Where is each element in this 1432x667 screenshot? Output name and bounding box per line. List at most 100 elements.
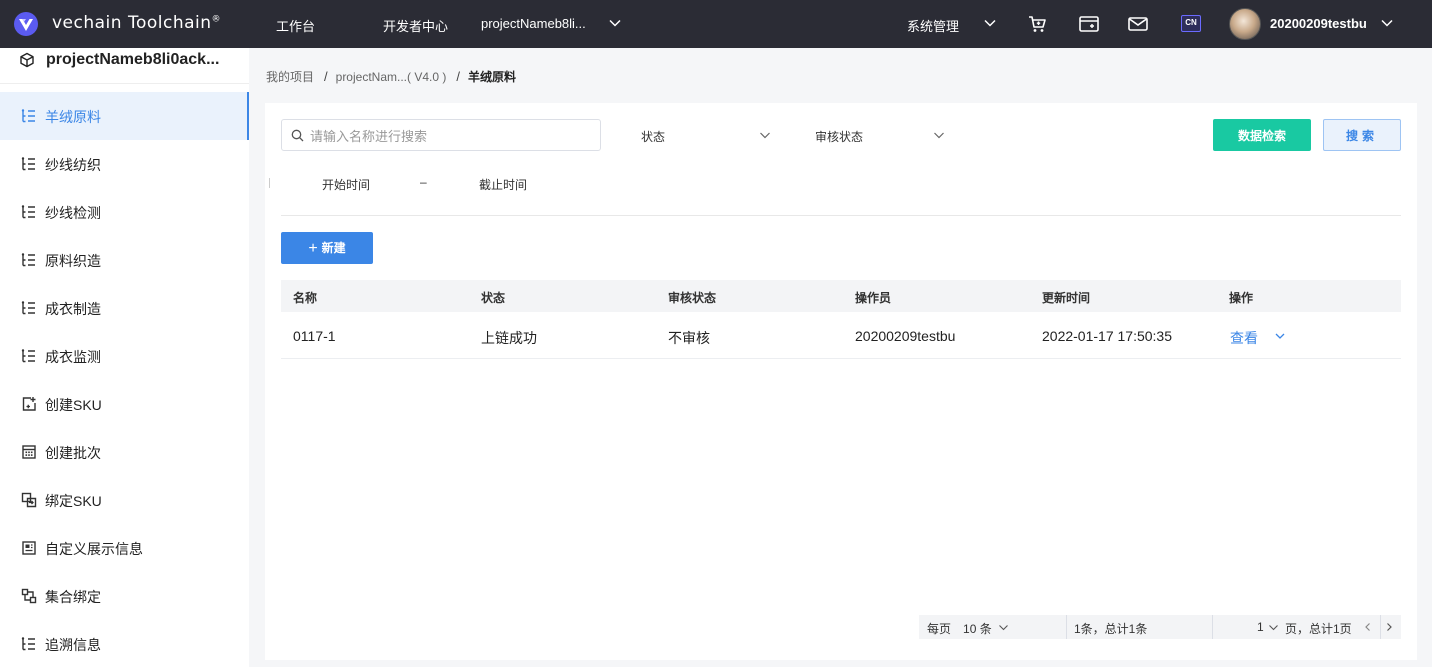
table-cell-status: 上链成功 [481,330,537,346]
status-select[interactable]: 状态 [641,119,771,151]
billing-icon[interactable] [1078,13,1100,35]
sidebar-item-label: 原料织造 [45,253,101,269]
brand-name[interactable]: vechain Toolchain® [52,13,221,33]
chevron-down-icon[interactable] [998,622,1009,633]
table-cell-audit: 不审核 [668,330,710,346]
sidebar-item[interactable]: 成衣监测 [0,332,249,380]
chevron-down-icon[interactable] [1274,330,1286,342]
new-button[interactable]: + 新建 [281,232,373,264]
filter-divider [281,215,1401,216]
avatar[interactable] [1229,8,1261,40]
sidebar-item[interactable]: 集合绑定 [0,572,249,620]
list-tree-icon [21,301,35,315]
sidebar-project-header: projectNameb8li0ack... [0,48,249,84]
page-size-value: 10 条 [963,622,992,636]
end-time-input[interactable]: 截止时间 [479,176,527,193]
search-box[interactable] [281,119,601,151]
table-cell-operator: 20200209testbu [855,328,956,344]
nav-workbench[interactable]: 工作台 [276,16,315,35]
column-header: 更新时间 [1042,291,1091,305]
breadcrumb-project[interactable]: projectNam...( V4.0 ) [336,70,447,84]
new-button-label: 新建 [321,240,346,255]
mail-icon[interactable] [1127,13,1149,35]
table-row: 0117-1 上链成功 不审核 20200209testbu 2022-01-17 17… [281,312,1401,359]
sidebar-item[interactable]: 纱线纺织 [0,140,249,188]
cart-icon[interactable] [1026,13,1048,35]
chevron-right-icon[interactable] [1383,621,1395,633]
chevron-down-icon [760,132,770,139]
sidebar-item[interactable]: 原料织造 [0,236,249,284]
page-number-select[interactable]: 1 [1257,620,1264,634]
username[interactable]: 20200209testbu [1270,16,1367,31]
chevron-down-icon[interactable] [1380,16,1394,30]
sidebar-item-label: 成衣监测 [45,349,101,365]
language-switch-icon[interactable]: CN [1181,15,1201,32]
project-name: projectNameb8li0ack... [46,51,220,68]
column-header: 操作 [1229,291,1254,305]
date-range-divider [269,178,270,188]
search-input[interactable] [310,126,595,146]
column-header: 状态 [481,291,506,305]
sidebar-item[interactable]: 自定义展示信息 [0,524,249,572]
sidebar-item-label: 集合绑定 [45,589,101,605]
sidebar-item-label: 绑定SKU [45,493,102,509]
calendar-grid-icon [22,445,36,459]
breadcrumb-root[interactable]: 我的项目 [266,70,314,84]
audit-status-select[interactable]: 审核状态 [815,119,945,151]
display-info-icon [22,541,36,555]
nav-project-select[interactable]: projectNameb8li... [481,16,586,31]
pagination-divider [1212,615,1213,639]
bind-icon [21,492,37,508]
create-sku-icon [22,397,36,411]
main-panel: 状态 审核状态 数据检索 搜索 开始时间 – 截止时间 +新建 名称状态审核状态… [265,103,1417,660]
chevron-down-icon[interactable] [608,16,622,30]
table-cell-updated: 2022-01-17 17:50:35 [1042,328,1172,344]
sidebar: projectNameb8li0ack... 羊绒原料纱线纺织纱线检测原料织造成… [0,48,249,667]
records-table: 名称 状态 审核状态 操作员 更新时间 操作 0117-1 上链成功 不审核 20200209t… [281,280,1401,359]
date-range-picker[interactable]: 开始时间 – 截止时间 [269,169,569,197]
chevron-down-icon [934,132,944,139]
breadcrumb: 我的项目 / projectNam...( V4.0 ) / 羊绒原料 [266,68,524,85]
pagination-divider [1380,615,1381,639]
sidebar-item-label: 创建批次 [45,445,101,461]
nav-developer-center[interactable]: 开发者中心 [383,16,448,35]
nav-system-manage[interactable]: 系统管理 [907,16,959,35]
sidebar-item-label: 自定义展示信息 [45,541,143,557]
chevron-down-icon[interactable] [983,16,997,30]
chevron-left-icon[interactable] [1362,621,1374,633]
page-size-label: 每页 [927,622,952,636]
list-tree-icon [21,349,35,363]
pagination-total: 1条，总计1条 [1074,622,1148,636]
list-tree-icon [21,109,35,123]
sidebar-item-label: 纱线纺织 [45,157,101,173]
start-time-input[interactable]: 开始时间 [322,176,370,193]
chevron-down-icon[interactable] [1268,622,1279,633]
list-tree-icon [21,157,35,171]
sidebar-item[interactable]: 创建批次 [0,428,249,476]
sidebar-item[interactable]: 绑定SKU [0,476,249,524]
search-button[interactable]: 搜索 [1323,119,1401,151]
sidebar-item[interactable]: 羊绒原料 [0,92,249,140]
column-header: 审核状态 [668,291,717,305]
table-body: 0117-1 上链成功 不审核 20200209testbu 2022-01-17 17… [281,312,1401,359]
data-search-button[interactable]: 数据检索 [1213,119,1311,151]
sidebar-item-label: 追溯信息 [45,637,101,653]
plus-icon: + [308,239,318,257]
list-tree-icon [21,637,35,651]
breadcrumb-current: 羊绒原料 [467,70,516,84]
sidebar-item[interactable]: 纱线检测 [0,188,249,236]
top-navigation-bar: vechain Toolchain® 工作台 开发者中心 projectName… [0,0,1432,48]
search-icon [291,129,304,142]
page-total-label: 页，总计1页 [1285,622,1352,636]
page-size-select[interactable]: 每页 10 条 [927,620,992,637]
breadcrumb-separator: / [324,69,328,84]
date-range-separator: – [420,175,427,189]
sidebar-item[interactable]: 追溯信息 [0,620,249,667]
vechain-logo-icon[interactable] [13,11,39,37]
sidebar-item-label: 成衣制造 [45,301,101,317]
view-link[interactable]: 查看 [1230,328,1258,348]
list-tree-icon [21,205,35,219]
sidebar-item[interactable]: 成衣制造 [0,284,249,332]
sidebar-item[interactable]: 创建SKU [0,380,249,428]
table-header: 名称 状态 审核状态 操作员 更新时间 操作 [281,280,1401,312]
